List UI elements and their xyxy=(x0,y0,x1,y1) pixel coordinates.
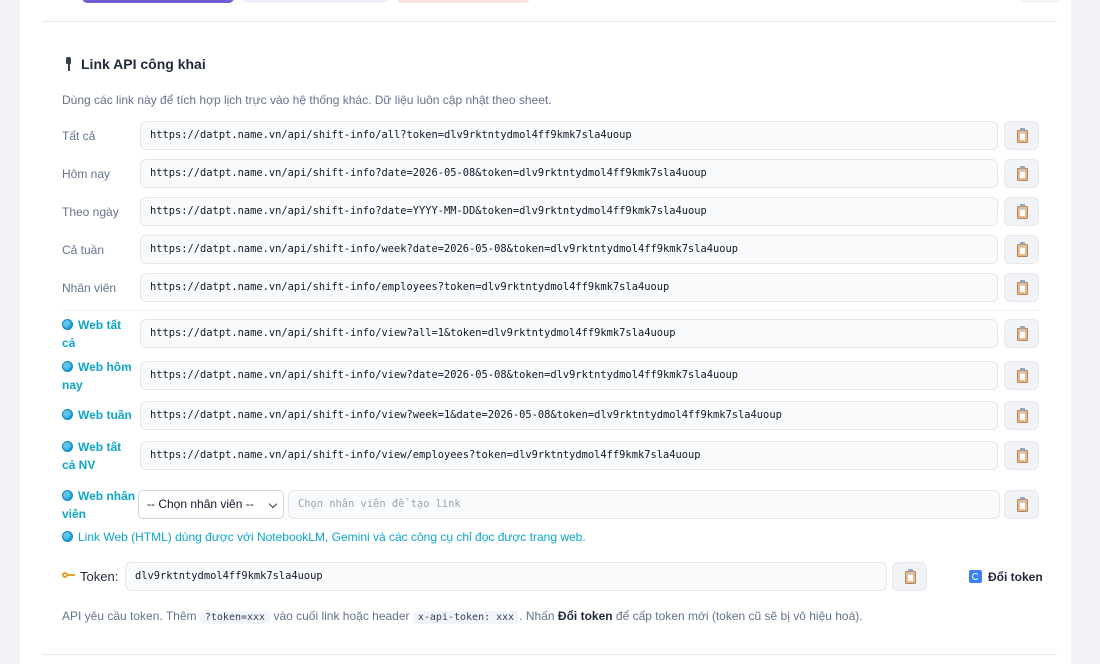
web-link-label: Web hôm nay xyxy=(62,360,132,392)
clipboard-icon xyxy=(1017,448,1028,463)
tab-bar xyxy=(42,0,1060,22)
employee-link-input[interactable]: Chọn nhân viên để tạo link xyxy=(288,490,1000,519)
api-link-label: Tất cả xyxy=(62,129,96,143)
regenerate-token-button[interactable]: Đổi token xyxy=(947,562,1043,591)
copy-button[interactable] xyxy=(1004,441,1039,470)
api-links-card: Link API công khai Dùng các link này để … xyxy=(20,0,1071,664)
copy-button[interactable] xyxy=(1004,273,1039,302)
web-link-note: Link Web (HTML) dùng được với NotebookLM… xyxy=(62,530,586,544)
api-link-url[interactable]: https://datpt.name.vn/api/shift-info/all… xyxy=(140,121,998,150)
globe-icon xyxy=(62,361,73,372)
divider xyxy=(62,310,1039,311)
globe-icon xyxy=(62,319,73,330)
web-link-label: Web tất cả xyxy=(62,318,122,350)
employee-select[interactable]: -- Chọn nhân viên -- xyxy=(138,490,284,519)
clipboard-icon xyxy=(1017,280,1028,295)
globe-icon xyxy=(62,531,73,542)
copy-button[interactable] xyxy=(1004,490,1039,519)
chevron-down-icon xyxy=(268,499,278,509)
clipboard-icon xyxy=(1017,368,1028,383)
web-link-url[interactable]: https://datpt.name.vn/api/shift-info/vie… xyxy=(140,319,998,348)
key-icon xyxy=(62,571,75,582)
clipboard-icon xyxy=(1017,497,1028,512)
api-link-url[interactable]: https://datpt.name.vn/api/shift-info?dat… xyxy=(140,159,998,188)
clipboard-icon xyxy=(1017,326,1028,341)
globe-icon xyxy=(62,441,73,452)
web-link-row-today: Web hôm nay https://datpt.name.vn/api/shi… xyxy=(62,360,1039,392)
web-link-row-week: Web tuần https://datpt.name.vn/api/shift… xyxy=(62,401,1039,430)
api-link-label: Hôm nay xyxy=(62,167,111,181)
web-link-url[interactable]: https://datpt.name.vn/api/shift-info/vie… xyxy=(140,441,998,470)
web-link-row-all: Web tất cả https://datpt.name.vn/api/shif… xyxy=(62,318,1039,350)
copy-button[interactable] xyxy=(1004,121,1039,150)
api-link-row-today: Hôm nay https://datpt.name.vn/api/shift-… xyxy=(62,159,1039,188)
web-link-row-all-employees: Web tất cả NV https://datpt.name.vn/api/s… xyxy=(62,440,1039,472)
api-link-row-all: Tất cả https://datpt.name.vn/api/shift-i… xyxy=(62,121,1039,150)
section-title-text: Link API công khai xyxy=(81,56,206,72)
token-label: Token: xyxy=(62,569,118,584)
token-field[interactable]: dlv9rktntydmol4ff9kmk7sla4uoup xyxy=(125,562,887,591)
section-description: Dùng các link này để tích hợp lịch trực … xyxy=(62,93,552,107)
section-title: Link API công khai xyxy=(64,56,206,72)
api-link-url[interactable]: https://datpt.name.vn/api/shift-info/emp… xyxy=(140,273,998,302)
divider xyxy=(42,654,1057,655)
clipboard-icon xyxy=(1017,242,1028,257)
tab-active[interactable] xyxy=(82,0,234,3)
clipboard-icon xyxy=(905,569,916,584)
clipboard-icon xyxy=(1017,166,1028,181)
copy-button[interactable] xyxy=(1004,197,1039,226)
web-link-url[interactable]: https://datpt.name.vn/api/shift-info/vie… xyxy=(140,361,998,390)
pushpin-icon xyxy=(64,56,73,72)
web-link-label: Web tất cả NV xyxy=(62,440,122,472)
clipboard-icon xyxy=(1017,204,1028,219)
web-link-label: Web tuần xyxy=(62,406,138,424)
refresh-icon xyxy=(969,570,982,583)
tab-right[interactable] xyxy=(1020,0,1060,3)
api-link-row-employees: Nhân viên https://datpt.name.vn/api/shif… xyxy=(62,273,1039,302)
copy-button[interactable] xyxy=(1004,235,1039,264)
web-link-url[interactable]: https://datpt.name.vn/api/shift-info/vie… xyxy=(140,401,998,430)
token-row: Token: dlv9rktntydmol4ff9kmk7sla4uoup Đổ… xyxy=(62,562,1043,592)
copy-button[interactable] xyxy=(1004,361,1039,390)
api-link-label: Theo ngày xyxy=(62,205,119,219)
clipboard-icon xyxy=(1017,408,1028,423)
token-param-code: ?token=xxx xyxy=(199,611,271,624)
api-link-label: Nhân viên xyxy=(62,281,117,295)
globe-icon xyxy=(62,490,73,501)
web-link-label: Web nhân viên xyxy=(62,489,136,521)
copy-button[interactable] xyxy=(1004,159,1039,188)
copy-button[interactable] xyxy=(1004,401,1039,430)
api-link-label: Cả tuần xyxy=(62,243,105,257)
copy-token-button[interactable] xyxy=(892,562,927,591)
globe-icon xyxy=(62,409,73,420)
tab-third[interactable] xyxy=(396,0,530,3)
employee-select-value: -- Chọn nhân viên -- xyxy=(147,497,254,511)
tab-second[interactable] xyxy=(242,0,388,3)
api-link-row-by-date: Theo ngày https://datpt.name.vn/api/shif… xyxy=(62,197,1039,226)
api-link-url[interactable]: https://datpt.name.vn/api/shift-info/wee… xyxy=(140,235,998,264)
token-header-code: x-api-token: xxx xyxy=(412,611,520,624)
api-footer-note: API yêu cầu token. Thêm ?token=xxx vào c… xyxy=(62,609,863,624)
clipboard-icon xyxy=(1017,128,1028,143)
api-link-url[interactable]: https://datpt.name.vn/api/shift-info?dat… xyxy=(140,197,998,226)
web-link-row-employee: Web nhân viên -- Chọn nhân viên -- Chọn n… xyxy=(62,489,1039,521)
api-link-row-week: Cả tuần https://datpt.name.vn/api/shift-… xyxy=(62,235,1039,264)
copy-button[interactable] xyxy=(1004,319,1039,348)
